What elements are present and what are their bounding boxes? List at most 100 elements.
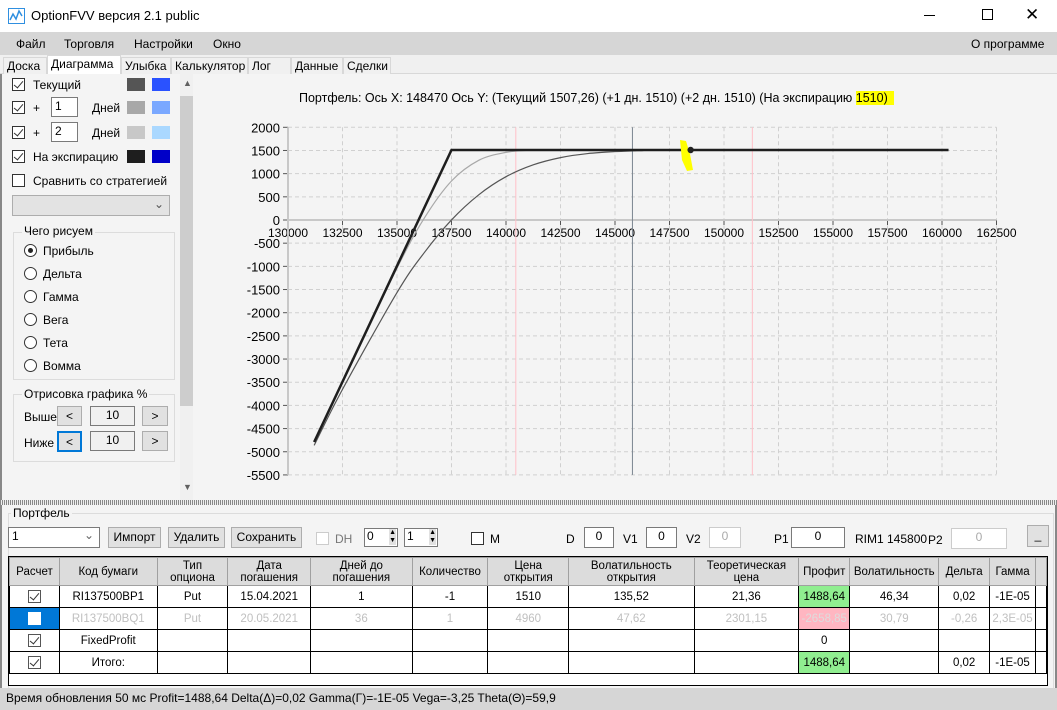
column-header[interactable]: Волатильность [849, 557, 940, 586]
strategy-dropdown[interactable]: ⌄ [12, 195, 170, 216]
column-header[interactable]: Дельта [938, 557, 991, 586]
calc-cell[interactable] [9, 607, 60, 630]
tab-data[interactable]: Данные [291, 57, 343, 74]
radio-0[interactable] [24, 244, 37, 257]
tab-diagram[interactable]: Диаграмма [47, 55, 121, 75]
current-checkbox[interactable] [12, 78, 25, 91]
delete-button[interactable]: Удалить [168, 527, 225, 548]
p2-input[interactable]: 0 [951, 528, 1007, 549]
v2-input[interactable]: 0 [709, 527, 741, 548]
column-header[interactable]: Волатильность открытия [568, 557, 695, 586]
tab-calculator[interactable]: Калькулятор [171, 57, 248, 74]
plus2-unit: Дней [92, 126, 121, 140]
v1-input[interactable]: 0 [646, 527, 677, 548]
plus1-checkbox[interactable] [12, 101, 25, 114]
expiry-alt-color-swatch[interactable] [152, 150, 170, 163]
import-button[interactable]: Импорт [108, 527, 161, 548]
below-value-input[interactable]: 10 [90, 431, 135, 451]
tab-log[interactable]: Лог [248, 57, 291, 74]
column-header[interactable]: Код бумаги [58, 557, 158, 586]
column-header[interactable]: Тип опциона [156, 557, 229, 586]
dh-checkbox[interactable] [316, 532, 329, 545]
spin-arrows-icon[interactable]: ▲ ▼ [429, 529, 436, 545]
calc-cell[interactable] [9, 651, 60, 674]
menu-settings[interactable]: Настройки [134, 37, 193, 51]
p1-input[interactable]: 0 [791, 527, 845, 548]
y-tick-label: -2500 [247, 329, 280, 344]
expiry-checkbox[interactable] [12, 150, 25, 163]
calc-cell[interactable] [9, 629, 60, 652]
column-header[interactable]: Гамма [989, 557, 1036, 586]
column-header[interactable]: Цена открытия [487, 557, 570, 586]
collapse-button[interactable]: _ [1027, 525, 1049, 547]
table-row[interactable]: Итого: 1488,64 0,02 -1E-05 [9, 651, 1047, 674]
menu-window[interactable]: Окно [213, 37, 241, 51]
plus2-alt-color-swatch[interactable] [152, 126, 170, 139]
spin2-input[interactable]: 1 ▲ ▼ [404, 528, 438, 547]
scroll-up-icon[interactable]: ▲ [183, 78, 192, 88]
table-row[interactable]: RI137500BQ1 Put 20.05.2021 36 1 4960 47,62 2301… [9, 607, 1047, 630]
above-decrease-button[interactable]: < [57, 406, 82, 426]
below-increase-button[interactable]: > [142, 431, 168, 451]
plus1-alt-color-swatch[interactable] [152, 101, 170, 114]
table-row[interactable]: FixedProfit 0 [9, 629, 1047, 652]
calc-checkbox[interactable] [27, 656, 41, 669]
series-line-0 [313, 149, 644, 446]
radio-5[interactable] [24, 359, 37, 372]
column-header-extra [1034, 557, 1047, 586]
table-row[interactable]: RI137500BP1 Put 15.04.2021 1 -1 1510 135,52 21,… [9, 585, 1047, 608]
title-bar: OptionFVV версия 2.1 public ✕ [0, 0, 1057, 32]
scroll-down-icon[interactable]: ▼ [183, 482, 192, 492]
chevron-down-icon: ⌄ [153, 197, 164, 211]
radio-label: Тета [43, 336, 68, 350]
current-color-swatch[interactable] [127, 78, 145, 91]
above-value-input[interactable]: 10 [90, 406, 135, 426]
menu-file[interactable]: Файл [16, 37, 46, 51]
menu-trade[interactable]: Торговля [64, 37, 114, 51]
expiry-color-swatch[interactable] [127, 150, 145, 163]
menu-about[interactable]: О программе [971, 37, 1044, 51]
radio-3[interactable] [24, 313, 37, 326]
m-checkbox[interactable] [471, 532, 484, 545]
minimize-button[interactable] [924, 15, 935, 16]
plus2-days-input[interactable]: 2 [51, 122, 78, 142]
tab-smile[interactable]: Улыбка [121, 57, 171, 74]
save-button[interactable]: Сохранить [231, 527, 302, 548]
calc-checkbox[interactable] [27, 590, 41, 603]
column-header[interactable]: Количество [411, 557, 489, 586]
below-decrease-button[interactable]: < [57, 431, 82, 452]
payoff-chart[interactable]: 1300001325001350001375001400001425001450… [193, 74, 1057, 500]
radio-4[interactable] [24, 336, 37, 349]
plus2-checkbox[interactable] [12, 126, 25, 139]
close-button[interactable]: ✕ [1025, 5, 1039, 25]
tab-board[interactable]: Доска [3, 57, 47, 74]
calc-checkbox[interactable] [27, 634, 41, 647]
d-input[interactable]: 0 [584, 527, 614, 548]
spin1-input[interactable]: 0 ▲ ▼ [364, 528, 398, 547]
radio-2[interactable] [24, 290, 37, 303]
radio-1[interactable] [24, 267, 37, 280]
column-header[interactable]: Теоретическая цена [693, 557, 800, 586]
spin-arrows-icon[interactable]: ▲ ▼ [389, 529, 396, 545]
maximize-button[interactable] [982, 9, 993, 20]
plus1-color-swatch[interactable] [127, 101, 145, 114]
table-cell [227, 629, 312, 652]
radio-label: Дельта [43, 267, 82, 281]
current-alt-color-swatch[interactable] [152, 78, 170, 91]
plus2-color-swatch[interactable] [127, 126, 145, 139]
portfolio-select[interactable]: 1 ⌄ [8, 527, 100, 548]
table-cell [411, 651, 489, 674]
calc-cell[interactable] [9, 585, 60, 608]
compare-checkbox[interactable] [12, 174, 25, 187]
table-cell: RI137500BQ1 [58, 607, 158, 630]
column-header[interactable]: Дата погашения [227, 557, 312, 586]
column-header[interactable]: Расчет [9, 557, 60, 586]
column-header[interactable]: Профит [798, 557, 851, 586]
above-increase-button[interactable]: > [142, 406, 168, 426]
table-cell [568, 629, 695, 652]
tab-deals[interactable]: Сделки [343, 57, 391, 74]
plus1-days-input[interactable]: 1 [51, 97, 78, 117]
calc-checkbox[interactable] [27, 612, 41, 625]
x-tick-label: 137500 [431, 226, 471, 240]
column-header[interactable]: Дней до погашения [310, 557, 413, 586]
